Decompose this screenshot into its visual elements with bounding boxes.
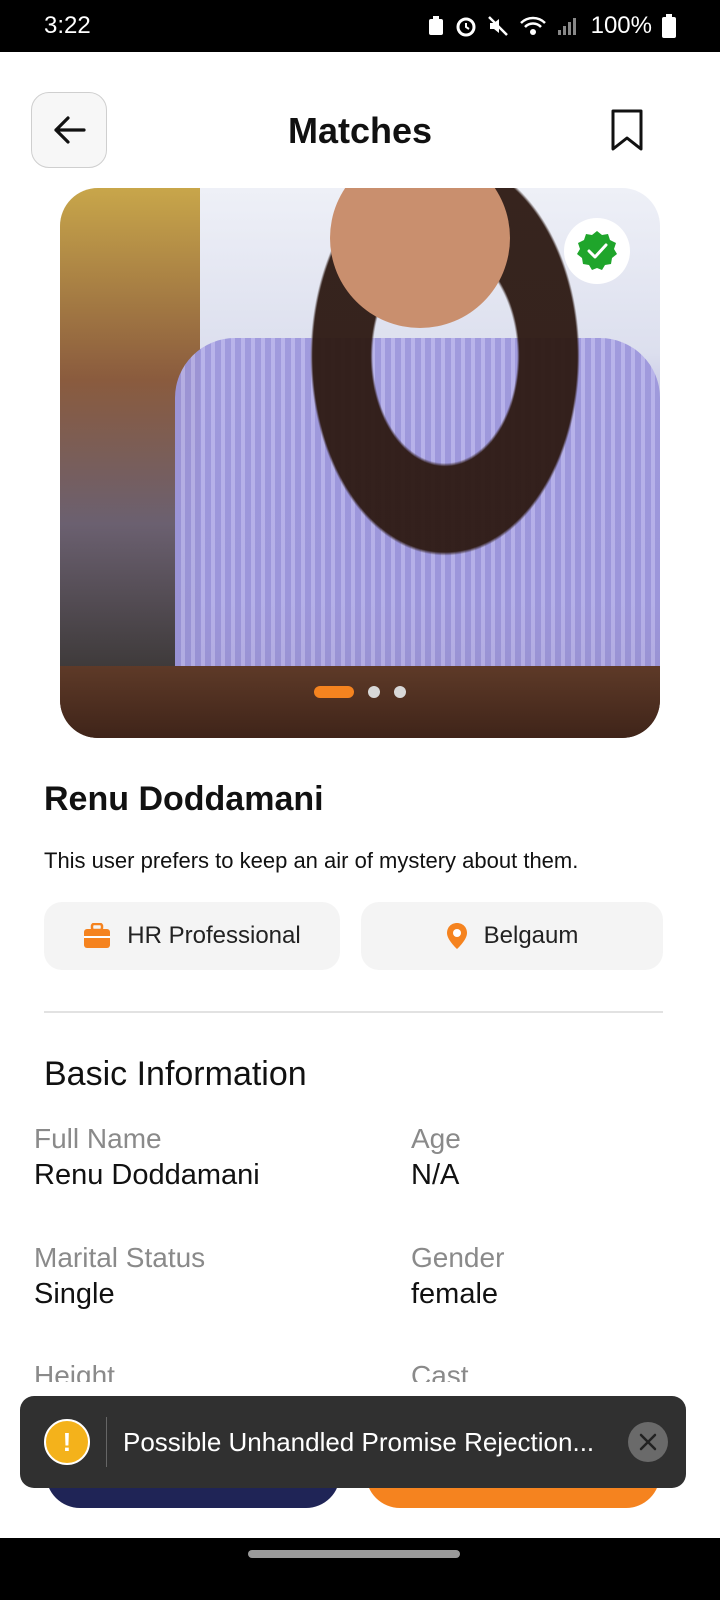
wifi-icon [519, 16, 546, 35]
profile-bio: This user prefers to keep an air of myst… [44, 848, 579, 873]
profile-photo[interactable] [60, 188, 660, 738]
carousel-indicator [60, 686, 660, 698]
field-full-name: Full Name Renu Doddamani [34, 1123, 260, 1192]
status-time: 3:22 [44, 12, 91, 39]
home-indicator[interactable] [248, 1550, 460, 1558]
bookmark-icon[interactable] [610, 108, 644, 152]
warning-icon: ! [44, 1419, 90, 1465]
status-bar: 3:22 100% [0, 0, 720, 52]
battery-icon [662, 14, 676, 38]
alarm-icon [456, 17, 476, 37]
field-value: Single [34, 1278, 115, 1310]
profile-name: Renu Doddamani [44, 780, 324, 818]
field-gender: Gender female [411, 1242, 504, 1311]
toast-separator [106, 1417, 107, 1467]
recycle-icon [428, 16, 443, 35]
error-toast[interactable]: ! Possible Unhandled Promise Rejection..… [20, 1396, 686, 1488]
photo-table [60, 666, 660, 738]
toast-message: Possible Unhandled Promise Rejection... [123, 1426, 595, 1457]
field-value: N/A [411, 1159, 460, 1191]
header: Matches [0, 52, 720, 188]
field-marital-status: Marital Status Single [34, 1242, 205, 1311]
battery-percent: 100% [590, 12, 652, 39]
carousel-dot[interactable] [368, 686, 380, 698]
field-value: Renu Doddamani [34, 1159, 260, 1191]
status-icons: 100% [427, 12, 676, 40]
field-age: Age N/A [411, 1123, 461, 1192]
location-label: Belgaum [483, 922, 579, 949]
field-label: Marital Status [34, 1242, 206, 1273]
location-pin-icon [446, 923, 467, 949]
field-value: female [411, 1278, 499, 1310]
verified-check-icon [577, 231, 617, 270]
field-label: Gender [411, 1242, 505, 1273]
signal-icon [557, 18, 576, 35]
location-chip: Belgaum [361, 902, 663, 970]
section-title: Basic Information [44, 1055, 307, 1093]
field-label: Full Name [34, 1123, 162, 1154]
close-icon [639, 1433, 657, 1451]
verified-badge [564, 218, 630, 284]
field-label: Age [411, 1123, 461, 1154]
occupation-label: HR Professional [127, 922, 301, 949]
carousel-dot[interactable] [394, 686, 406, 698]
system-nav-bar [0, 1538, 720, 1600]
briefcase-icon [84, 923, 111, 948]
carousel-dot-active[interactable] [314, 686, 354, 698]
divider [44, 1011, 663, 1013]
close-toast-button[interactable] [628, 1422, 668, 1462]
occupation-chip: HR Professional [44, 902, 340, 970]
mute-icon [487, 16, 508, 36]
